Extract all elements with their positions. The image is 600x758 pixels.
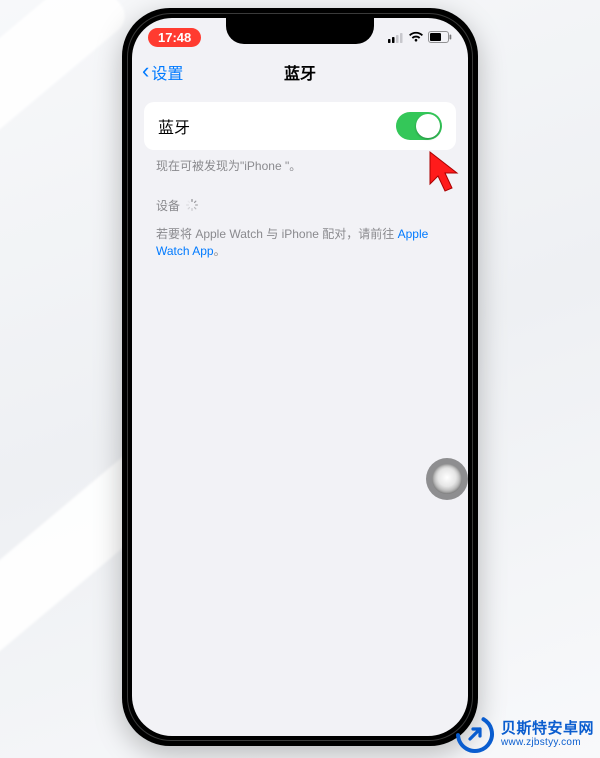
assistive-touch-button[interactable] — [426, 458, 468, 500]
watermark-url: www.zjbstyy.com — [501, 737, 594, 749]
watermark-title: 贝斯特安卓网 — [501, 720, 594, 737]
site-watermark: 贝斯特安卓网 www.zjbstyy.com — [455, 714, 594, 754]
assistive-touch-icon — [432, 464, 462, 494]
phone-frame: 17:48 — [122, 8, 478, 746]
status-indicators — [388, 31, 452, 43]
chevron-left-icon: ‹ — [142, 60, 149, 82]
pair-hint-suffix: 。 — [214, 244, 226, 258]
bluetooth-row-group: 蓝牙 — [144, 102, 456, 150]
spinner-icon — [186, 199, 198, 211]
battery-icon — [428, 31, 452, 43]
cellular-icon — [388, 32, 404, 43]
toggle-knob — [416, 114, 440, 138]
bg-decor — [0, 0, 132, 185]
status-time-pill[interactable]: 17:48 — [148, 28, 201, 47]
page-title: 蓝牙 — [284, 60, 316, 84]
back-label: 设置 — [151, 60, 183, 84]
content: 蓝牙 现在可被发现为"iPhone "。 设备 — [132, 92, 468, 259]
bluetooth-toggle-row: 蓝牙 — [144, 102, 456, 150]
notch — [226, 18, 374, 44]
page-background: 17:48 — [0, 0, 600, 758]
devices-header: 设备 — [132, 175, 468, 218]
watch-pair-hint: 若要将 Apple Watch 与 iPhone 配对，请前往 Apple Wa… — [132, 218, 468, 260]
back-button[interactable]: ‹ 设置 — [142, 60, 183, 84]
watermark-logo-icon — [455, 714, 495, 754]
bluetooth-toggle[interactable] — [396, 112, 442, 140]
devices-header-label: 设备 — [156, 197, 180, 214]
nav-bar: ‹ 设置 蓝牙 — [132, 52, 468, 92]
phone-screen: 17:48 — [132, 18, 468, 736]
discoverable-text: 现在可被发现为"iPhone "。 — [132, 150, 468, 175]
wifi-icon — [408, 31, 424, 43]
pair-hint-prefix: 若要将 Apple Watch 与 iPhone 配对，请前往 — [156, 227, 398, 241]
bluetooth-label: 蓝牙 — [158, 114, 190, 138]
